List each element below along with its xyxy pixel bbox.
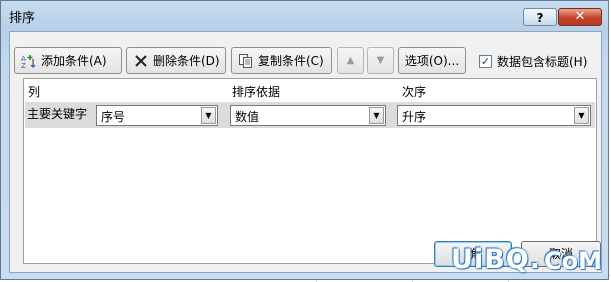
sort-on-select-value: 数值 [235, 110, 260, 124]
header-column: 列 [28, 85, 41, 99]
chevron-down-icon[interactable]: ▼ [369, 107, 384, 124]
add-level-button[interactable]: A Z 添加条件(A) [14, 47, 122, 74]
header-sort-on: 排序依据 [232, 85, 281, 99]
title-bar[interactable]: 排序 ? ✕ [1, 1, 608, 29]
delete-level-button[interactable]: 删除条件(D) [126, 47, 226, 74]
column-select-value: 序号 [101, 110, 126, 124]
move-down-icon: ▼ [376, 55, 385, 66]
watermark-sub-text: CoM [544, 247, 602, 275]
order-select-value: 升序 [402, 110, 427, 124]
move-up-icon: ▲ [346, 55, 355, 66]
delete-x-icon [133, 53, 149, 69]
header-order: 次序 [402, 85, 427, 99]
svg-text:Z: Z [21, 62, 26, 69]
has-headers-checkbox[interactable]: ✓ [479, 55, 492, 68]
chevron-down-icon[interactable]: ▼ [201, 107, 216, 124]
add-level-label: 添加条件(A) [41, 54, 107, 68]
copy-icon [238, 53, 254, 69]
sort-dialog: 排序 ? ✕ A Z 添加条件(A) 删除条件(D) 复制条件(C) ▲ ▼ 选… [0, 0, 609, 280]
copy-level-label: 复制条件(C) [258, 54, 324, 68]
copy-level-button[interactable]: 复制条件(C) [231, 47, 332, 74]
add-level-icon: A Z [21, 53, 37, 70]
sort-on-select[interactable]: 数值 ▼ [230, 105, 386, 126]
has-headers-option[interactable]: ✓ 数据包含标题(H) [479, 53, 587, 70]
options-button[interactable]: 选项(O)... [398, 47, 466, 74]
help-button[interactable]: ? [523, 8, 557, 26]
column-select[interactable]: 序号 ▼ [96, 105, 218, 126]
delete-level-label: 删除条件(D) [153, 54, 220, 68]
close-button[interactable]: ✕ [558, 8, 602, 26]
chevron-down-icon[interactable]: ▼ [574, 107, 589, 124]
has-headers-label: 数据包含标题(H) [497, 55, 588, 69]
sort-levels-grid: 列 排序依据 次序 主要关键字 序号 ▼ 数值 ▼ 升序 ▼ [23, 78, 597, 264]
options-label: 选项(O)... [404, 54, 460, 68]
move-down-button[interactable]: ▼ [367, 47, 394, 74]
order-select[interactable]: 升序 ▼ [397, 105, 591, 126]
watermark-main-text: UiBQ. [451, 244, 542, 275]
watermark-logo: UiBQ. CoM [451, 244, 602, 275]
primary-key-label: 主要关键字 [27, 107, 88, 121]
dialog-client-area: A Z 添加条件(A) 删除条件(D) 复制条件(C) ▲ ▼ 选项(O)...… [9, 31, 602, 273]
dialog-title: 排序 [9, 11, 36, 26]
move-up-button[interactable]: ▲ [337, 47, 364, 74]
